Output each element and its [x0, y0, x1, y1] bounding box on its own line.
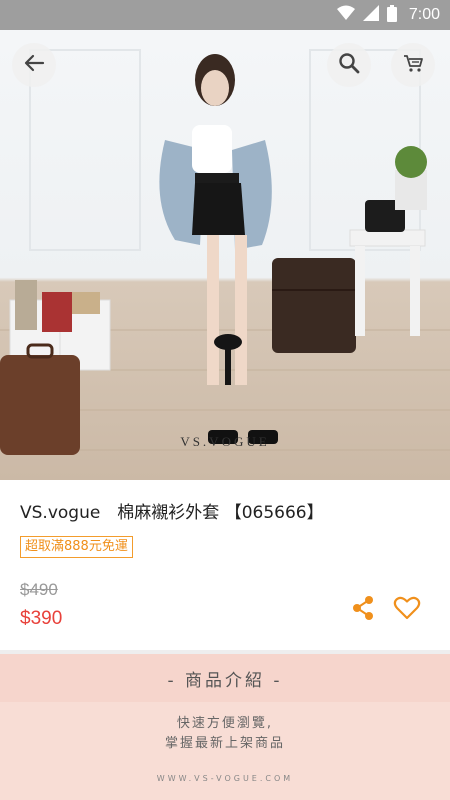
product-intro-banner: 快速方便瀏覽, 掌握最新上架商品 WWW.VS-VOGUE.COM — [0, 702, 450, 800]
status-time: 7:00 — [408, 6, 440, 23]
battery-icon — [386, 4, 397, 26]
product-image[interactable]: VS.VOGUE — [0, 30, 450, 480]
status-bar: 7:00 — [0, 0, 450, 30]
brand-watermark: VS.VOGUE — [180, 434, 270, 449]
product-intro-header: - 商品介紹 - — [0, 654, 450, 702]
site-url: WWW.VS-VOGUE.COM — [156, 774, 294, 783]
heart-icon — [393, 595, 421, 625]
intro-line-2: 掌握最新上架商品 — [164, 736, 285, 751]
intro-line-1: 快速方便瀏覽, — [176, 716, 274, 731]
share-button[interactable] — [349, 596, 377, 624]
wifi-icon — [336, 5, 355, 25]
product-title: VS.vogue 棉麻襯衫外套 【065666】 — [20, 503, 324, 523]
search-button[interactable] — [327, 43, 371, 87]
back-button[interactable] — [12, 43, 56, 87]
product-photo-illustration — [0, 49, 450, 455]
original-price: $490 — [20, 580, 58, 599]
back-arrow-icon — [23, 52, 45, 78]
product-info: VS.vogue 棉麻襯衫外套 【065666】 超取滿888元免運 $490 … — [0, 480, 450, 650]
share-icon — [350, 595, 376, 625]
cart-button[interactable] — [391, 43, 435, 87]
search-icon — [338, 52, 360, 78]
promo-badge: 超取滿888元免運 — [20, 536, 133, 558]
cart-icon — [402, 52, 424, 78]
favorite-button[interactable] — [393, 596, 421, 624]
signal-icon — [362, 5, 379, 25]
sale-price: $390 — [20, 608, 63, 629]
